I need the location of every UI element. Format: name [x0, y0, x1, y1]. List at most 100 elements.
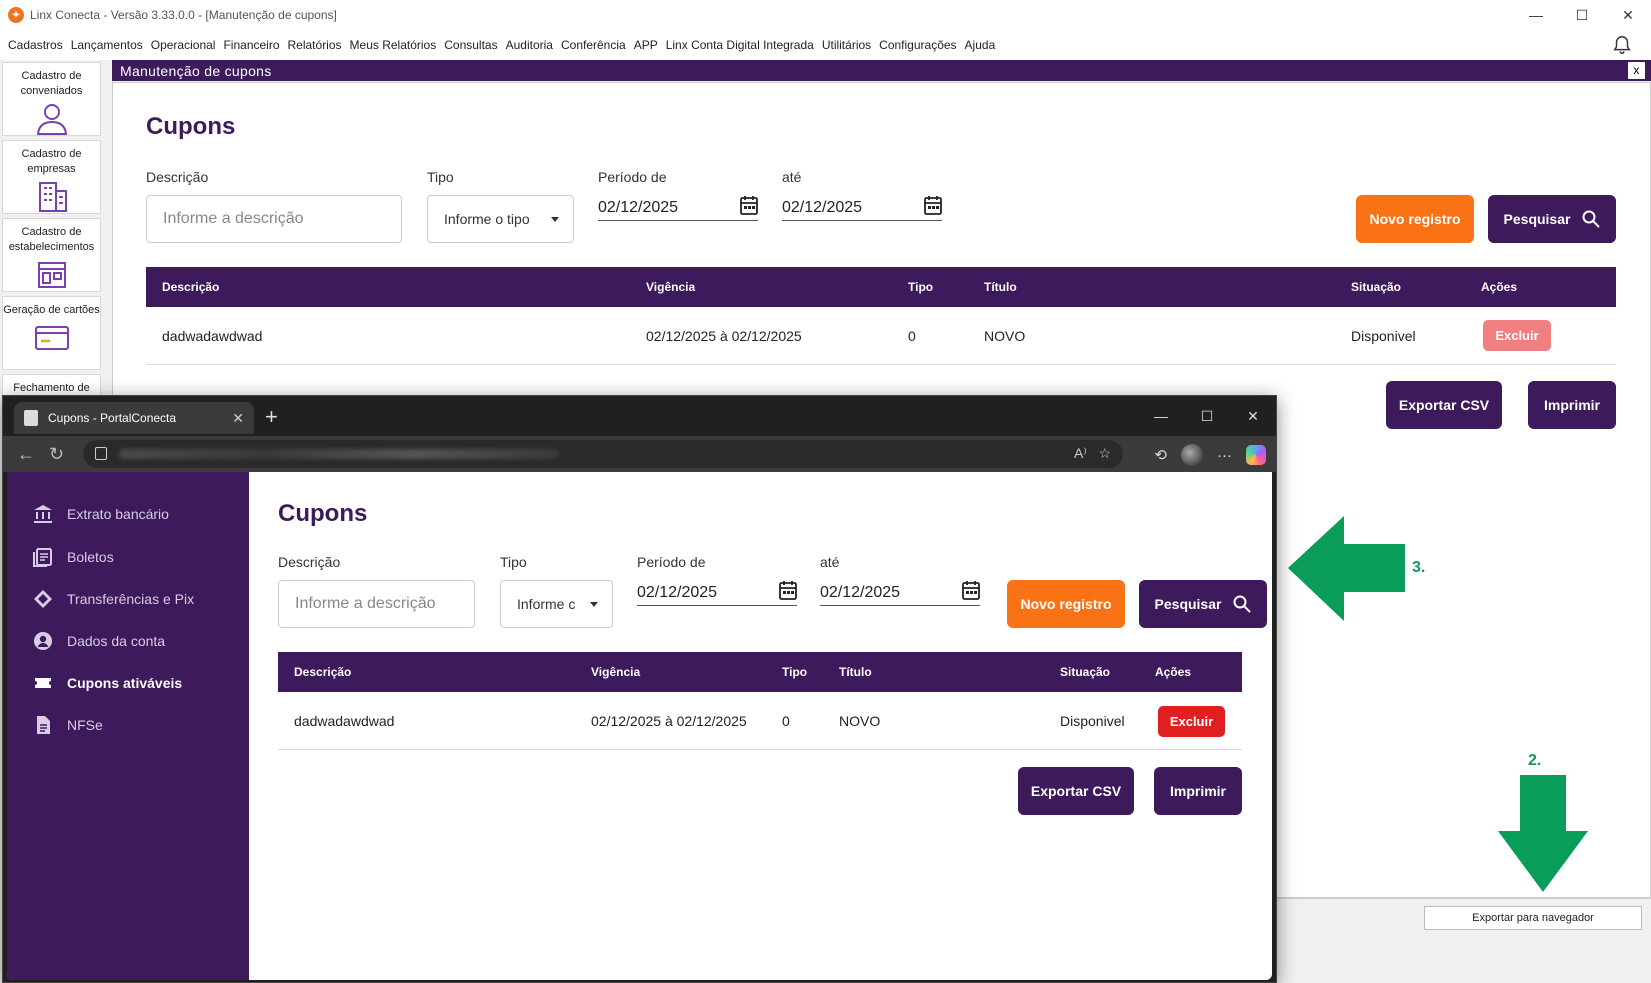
calendar-icon[interactable]	[740, 195, 758, 215]
refresh-icon[interactable]: ↻	[49, 444, 64, 465]
browser-toolbar-icons: ⟲ ···	[1154, 444, 1266, 466]
menu-conferencia[interactable]: Conferência	[561, 38, 626, 52]
app-title: Linx Conecta - Versão 3.33.0.0 - [Manute…	[30, 8, 337, 22]
back-icon[interactable]: ←	[17, 444, 35, 465]
descricao-label: Descrição	[146, 169, 209, 185]
sidebar-item-cupons[interactable]: Cupons ativáveis	[33, 673, 182, 693]
exportar-para-navegador-button[interactable]: Exportar para navegador	[1424, 906, 1642, 930]
portal-periodo-de-input[interactable]: 02/12/2025	[637, 580, 797, 606]
col-titulo: Título	[984, 280, 1017, 294]
pesquisar-button[interactable]: Pesquisar	[1488, 195, 1616, 243]
more-icon[interactable]: ···	[1217, 447, 1232, 464]
menu-consultas[interactable]: Consultas	[444, 38, 497, 52]
read-aloud-icon[interactable]: A⁾	[1074, 445, 1087, 461]
favorite-icon[interactable]: ☆	[1098, 445, 1111, 461]
building-icon	[38, 182, 67, 212]
exportar-csv-button[interactable]: Exportar CSV	[1386, 381, 1502, 429]
menu-cadastros[interactable]: Cadastros	[8, 38, 63, 52]
menu-operacional[interactable]: Operacional	[151, 38, 216, 52]
bank-icon	[34, 505, 52, 523]
bell-icon[interactable]	[1611, 34, 1633, 56]
sidebar-item-label: Transferências e Pix	[67, 591, 195, 607]
imprimir-button[interactable]: Imprimir	[1528, 381, 1616, 429]
app-left-nav: Cadastro de conveniados Cadastro de empr…	[0, 60, 104, 398]
col-situacao: Situação	[1351, 280, 1402, 294]
new-tab-button[interactable]: +	[265, 404, 278, 430]
excluir-button[interactable]: Excluir	[1483, 320, 1551, 351]
tipo-select[interactable]: Informe o tipo	[427, 195, 574, 243]
table-row: dadwadawdwad 02/12/2025 à 02/12/2025 0 N…	[146, 307, 1616, 365]
portal-descricao-input[interactable]: Informe a descrição	[278, 580, 475, 628]
calendar-icon[interactable]	[924, 195, 942, 215]
portal-periodo-ate-input[interactable]: 02/12/2025	[820, 580, 980, 606]
calendar-icon[interactable]	[962, 580, 980, 600]
browser-maximize-button[interactable]: ☐	[1184, 396, 1230, 436]
calendar-icon[interactable]	[779, 580, 797, 600]
menu-utilitarios[interactable]: Utilitários	[822, 38, 871, 52]
arrow-left-icon	[1288, 516, 1405, 621]
menu-auditoria[interactable]: Auditoria	[506, 38, 553, 52]
sidebar-item-dados-conta[interactable]: Dados da conta	[33, 631, 165, 651]
panel-header: Manutenção de cupons x	[112, 60, 1651, 81]
portal-exportar-csv-button[interactable]: Exportar CSV	[1018, 767, 1134, 815]
blurred-url	[119, 449, 559, 459]
portal-pesquisar-button[interactable]: Pesquisar	[1139, 580, 1267, 628]
portal-table-header: Descrição Vigência Tipo Título Situação …	[278, 652, 1242, 692]
portal-imprimir-button[interactable]: Imprimir	[1154, 767, 1242, 815]
minimize-button[interactable]: —	[1513, 0, 1559, 30]
browser-tab[interactable]: Cupons - PortalConecta ✕	[14, 402, 254, 434]
descricao-input[interactable]: Informe a descrição	[146, 195, 402, 243]
cell-descricao: dadwadawdwad	[294, 712, 395, 729]
arrow-down-icon	[1498, 775, 1588, 892]
store-icon	[37, 262, 66, 288]
menu-lancamentos[interactable]: Lançamentos	[71, 38, 143, 52]
copilot-icon[interactable]	[1246, 445, 1266, 465]
history-icon[interactable]: ⟲	[1154, 446, 1167, 464]
panel-close-button[interactable]: x	[1628, 62, 1645, 79]
sidebar-item-label: Dados da conta	[67, 633, 166, 649]
document-icon	[37, 716, 50, 734]
menu-meus-relatorios[interactable]: Meus Relatórios	[350, 38, 437, 52]
menu-relatorios[interactable]: Relatórios	[288, 38, 342, 52]
portal-novo-registro-button[interactable]: Novo registro	[1007, 580, 1125, 628]
pesquisar-label: Pesquisar	[1503, 211, 1571, 227]
menu-ajuda[interactable]: Ajuda	[965, 38, 996, 52]
portal-excluir-button[interactable]: Excluir	[1158, 706, 1225, 737]
col-descricao: Descrição	[162, 280, 220, 294]
app-menubar: Cadastros Lançamentos Operacional Financ…	[0, 30, 1651, 60]
periodo-ate-value: 02/12/2025	[782, 198, 863, 216]
menu-configuracoes[interactable]: Configurações	[879, 38, 956, 52]
menu-app[interactable]: APP	[634, 38, 658, 52]
col-tipo: Tipo	[782, 665, 808, 679]
nav-tile-empresas[interactable]: Cadastro de empresas	[2, 140, 101, 214]
periodo-de-input[interactable]: 02/12/2025	[598, 195, 758, 221]
sidebar-item-label: NFSe	[67, 717, 103, 733]
browser-window-controls: — ☐ ✕	[1138, 396, 1276, 436]
maximize-button[interactable]: ☐	[1559, 0, 1605, 30]
close-button[interactable]: ✕	[1605, 0, 1651, 30]
lock-icon[interactable]	[95, 447, 107, 460]
sidebar-item-boletos[interactable]: Boletos	[33, 547, 114, 567]
menu-linx-conta-digital[interactable]: Linx Conta Digital Integrada	[666, 38, 814, 52]
nav-tile-cartoes[interactable]: Geração de cartões	[2, 296, 101, 370]
sidebar-item-nfse[interactable]: NFSe	[33, 715, 103, 735]
tab-close-icon[interactable]: ✕	[232, 410, 244, 427]
novo-registro-button[interactable]: Novo registro	[1356, 195, 1474, 243]
tab-title: Cupons - PortalConecta	[48, 411, 177, 425]
menu-financeiro[interactable]: Financeiro	[223, 38, 279, 52]
col-acoes: Ações	[1155, 665, 1192, 679]
portal-descricao-label: Descrição	[278, 554, 341, 570]
sidebar-item-pix[interactable]: Transferências e Pix	[33, 589, 194, 609]
address-bar[interactable]: A⁾ ☆	[83, 440, 1123, 468]
nav-tile-conveniados[interactable]: Cadastro de conveniados	[2, 62, 101, 136]
cell-tipo: 0	[908, 327, 916, 344]
profile-icon[interactable]	[1181, 444, 1203, 466]
tipo-label: Tipo	[427, 169, 454, 185]
nav-tile-estabelecimentos[interactable]: Cadastro de estabelecimentos	[2, 218, 101, 292]
step-3-label: 3.	[1412, 559, 1426, 576]
periodo-ate-input[interactable]: 02/12/2025	[782, 195, 942, 221]
sidebar-item-extrato[interactable]: Extrato bancário	[33, 504, 169, 524]
browser-minimize-button[interactable]: —	[1138, 396, 1184, 436]
browser-close-button[interactable]: ✕	[1230, 396, 1276, 436]
portal-tipo-select[interactable]: Informe c	[500, 580, 613, 628]
